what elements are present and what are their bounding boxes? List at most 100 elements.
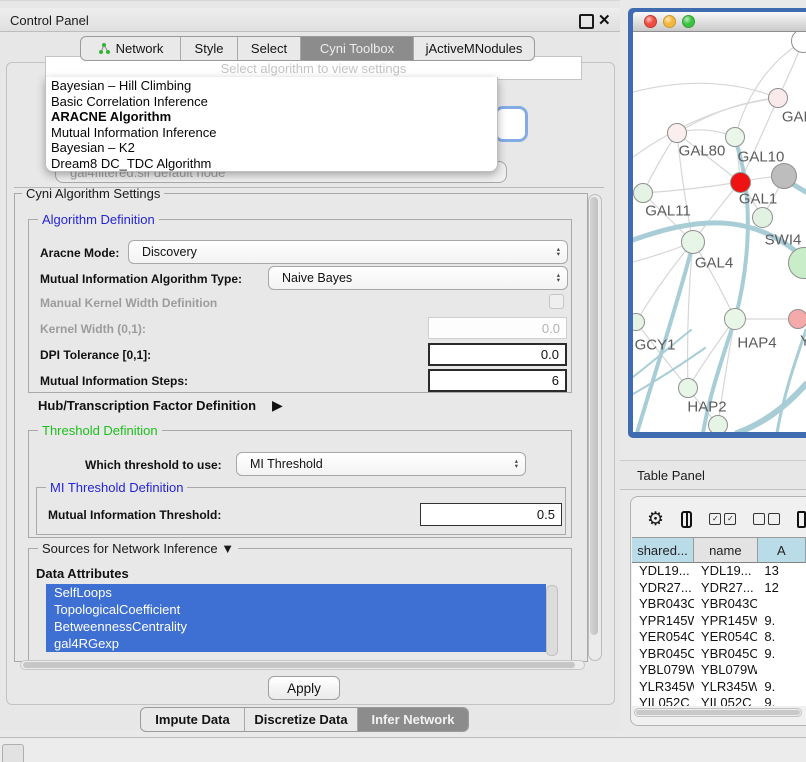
expand-right-icon[interactable]: ▶ bbox=[272, 397, 283, 414]
column-header[interactable]: name bbox=[694, 537, 758, 563]
graph-node[interactable] bbox=[633, 183, 653, 203]
graph-node[interactable] bbox=[678, 378, 698, 398]
graph-node[interactable] bbox=[667, 123, 687, 143]
table-row[interactable]: YLR345WYLR345W9. bbox=[632, 679, 806, 696]
graph-node[interactable] bbox=[752, 207, 773, 228]
table-cell: YLR345W bbox=[632, 679, 694, 696]
kernel-width-field: 0.0 bbox=[428, 317, 567, 339]
settings-horizontal-scrollbar[interactable] bbox=[20, 660, 585, 670]
zoom-traffic-light-icon[interactable] bbox=[682, 15, 695, 28]
algorithm-option[interactable]: Bayesian – K2 bbox=[46, 140, 497, 156]
table-rows: YDL19...YDL19...13YDR27...YDR27...12YBR0… bbox=[632, 563, 806, 706]
dpi-tolerance-label: DPI Tolerance [0,1]: bbox=[40, 348, 151, 362]
table-panel-title: Table Panel bbox=[637, 468, 705, 483]
tab-jactivemnodules[interactable]: jActiveMNodules bbox=[414, 37, 534, 60]
unchecked-box-icon bbox=[768, 513, 780, 525]
graph-node[interactable] bbox=[708, 415, 728, 432]
graph-node[interactable] bbox=[730, 172, 751, 193]
tab-network[interactable]: Network bbox=[81, 37, 181, 60]
algorithm-option[interactable]: ARACNE Algorithm bbox=[46, 109, 497, 125]
which-threshold-select[interactable]: MI Threshold ▴▾ bbox=[236, 452, 526, 476]
attribute-item[interactable]: SelfLoops bbox=[46, 584, 546, 601]
close-icon[interactable]: ✕ bbox=[598, 11, 611, 29]
algorithm-option[interactable]: Dream8 DC_TDC Algorithm bbox=[46, 156, 497, 172]
table-horizontal-scrollbar[interactable] bbox=[634, 708, 802, 717]
mi-threshold-field[interactable]: 0.5 bbox=[420, 503, 562, 526]
scrollbar-thumb[interactable] bbox=[23, 662, 575, 668]
network-icon bbox=[98, 42, 111, 55]
sources-title[interactable]: Sources for Network Inference ▼ bbox=[38, 541, 238, 556]
node-label: HAP4 bbox=[737, 335, 776, 352]
table-row[interactable]: YER054CYER054C8. bbox=[632, 629, 806, 646]
algorithm-option[interactable]: Bayesian – Hill Climbing bbox=[46, 78, 497, 94]
attribute-item[interactable]: gal4RGexp bbox=[46, 635, 546, 652]
table-cell: YPR145W bbox=[632, 613, 694, 630]
graph-node[interactable] bbox=[768, 88, 788, 108]
deselect-all-icon[interactable] bbox=[753, 513, 780, 525]
mi-type-select[interactable]: Naive Bayes ▴▾ bbox=[268, 266, 568, 290]
tab-impute-data[interactable]: Impute Data bbox=[141, 708, 245, 731]
group-divider bbox=[14, 187, 604, 188]
scrollbar-thumb[interactable] bbox=[590, 197, 598, 635]
graph-node[interactable] bbox=[725, 127, 745, 147]
dpi-tolerance-field[interactable]: 0.0 bbox=[428, 343, 567, 366]
minimize-traffic-light-icon[interactable] bbox=[663, 15, 676, 28]
tab-label: Network bbox=[116, 41, 164, 56]
close-traffic-light-icon[interactable] bbox=[644, 15, 657, 28]
tab-select[interactable]: Select bbox=[238, 37, 301, 60]
tab-cyni-toolbox[interactable]: Cyni Toolbox bbox=[301, 37, 414, 60]
mi-steps-field[interactable]: 6 bbox=[428, 369, 567, 392]
kernel-width-label: Kernel Width (0,1): bbox=[40, 322, 146, 336]
node-label: GAL7 bbox=[782, 109, 806, 126]
apply-button[interactable]: Apply bbox=[268, 676, 340, 700]
hub-definition-label[interactable]: Hub/Transcription Factor Definition bbox=[38, 398, 256, 413]
mi-threshold-title: MI Threshold Definition bbox=[46, 480, 187, 495]
select-all-icon[interactable]: ✓✓ bbox=[709, 513, 736, 525]
tab-style[interactable]: Style bbox=[181, 37, 238, 60]
scrollbar-thumb[interactable] bbox=[636, 710, 800, 715]
table-row[interactable]: YDL19...YDL19...13 bbox=[632, 563, 806, 580]
column-header[interactable]: A bbox=[758, 537, 806, 563]
corner-widget[interactable] bbox=[2, 744, 24, 762]
node-label: GCY1 bbox=[635, 337, 676, 354]
node-label: GAL4 bbox=[695, 255, 733, 272]
table-row[interactable]: YBR043CYBR043C bbox=[632, 596, 806, 613]
gear-icon[interactable]: ⚙ bbox=[647, 510, 664, 529]
node-label: Y bbox=[800, 333, 806, 350]
network-window-titlebar[interactable] bbox=[633, 12, 806, 32]
which-threshold-value: MI Threshold bbox=[250, 457, 323, 471]
table-cell: 9. bbox=[757, 695, 806, 706]
manual-kernel-checkbox[interactable] bbox=[549, 294, 564, 309]
attributes-scrollbar[interactable] bbox=[546, 585, 558, 656]
graph-node[interactable] bbox=[788, 309, 806, 329]
focused-combo-fragment bbox=[494, 106, 528, 142]
graph-node[interactable] bbox=[681, 230, 705, 254]
algorithm-option[interactable]: Mutual Information Inference bbox=[46, 125, 497, 141]
table-row[interactable]: YIL052CYIL052C9. bbox=[632, 695, 806, 706]
graph-node[interactable] bbox=[771, 163, 797, 189]
attribute-item[interactable]: BetweennessCentrality bbox=[46, 618, 546, 635]
settings-vertical-scrollbar[interactable] bbox=[588, 194, 602, 661]
algorithm-option[interactable]: Basic Correlation Inference bbox=[46, 94, 497, 110]
float-window-icon[interactable] bbox=[579, 14, 594, 29]
table-row[interactable]: YPR145WYPR145W9. bbox=[632, 613, 806, 630]
table-header-row: shared...nameA bbox=[632, 537, 806, 563]
attribute-item[interactable]: TopologicalCoefficient bbox=[46, 601, 546, 618]
document-icon[interactable] bbox=[797, 511, 806, 528]
table-cell: YDL19... bbox=[632, 563, 694, 580]
tab-discretize-data[interactable]: Discretize Data bbox=[245, 708, 358, 731]
column-header[interactable]: shared... bbox=[632, 537, 694, 563]
cyni-settings-title: Cyni Algorithm Settings bbox=[22, 186, 164, 201]
table-row[interactable]: YDR27...YDR27...12 bbox=[632, 580, 806, 597]
stepper-icon: ▴▾ bbox=[557, 247, 560, 257]
graph-node[interactable] bbox=[724, 308, 746, 330]
checked-box-icon: ✓ bbox=[724, 513, 736, 525]
network-canvas[interactable]: GAL7GAL80GAL10GAL1GAL11SWI4GAL4GCY1HAP4Y… bbox=[633, 32, 806, 432]
table-row[interactable]: YBL079WYBL079W bbox=[632, 662, 806, 679]
table-cell: YBL079W bbox=[694, 662, 758, 679]
aracne-mode-select[interactable]: Discovery ▴▾ bbox=[128, 240, 568, 264]
table-row[interactable]: YBR045CYBR045C9. bbox=[632, 646, 806, 663]
table-cell bbox=[757, 596, 806, 613]
tab-infer-network[interactable]: Infer Network bbox=[358, 708, 468, 731]
columns-icon[interactable] bbox=[681, 511, 692, 528]
